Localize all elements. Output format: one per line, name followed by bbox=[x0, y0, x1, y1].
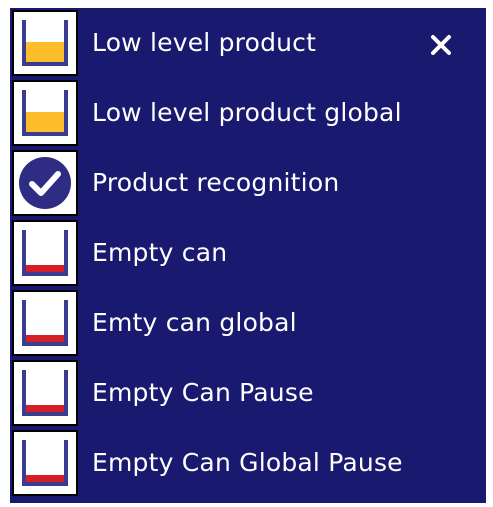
low-level-icon bbox=[12, 10, 78, 76]
menu-item-label: Empty Can Global Pause bbox=[92, 448, 403, 477]
menu-item-label: Emty can global bbox=[92, 308, 297, 337]
menu-item-label: Empty Can Pause bbox=[92, 378, 314, 407]
alarm-type-menu: Low level product Low level product glob… bbox=[10, 8, 486, 503]
menu-item-empty-can-global-pause[interactable]: Empty Can Global Pause bbox=[10, 428, 486, 498]
empty-can-icon bbox=[12, 430, 78, 496]
menu-item-empty-can-pause[interactable]: Empty Can Pause bbox=[10, 358, 486, 428]
menu-item-label: Low level product bbox=[92, 28, 317, 57]
empty-can-icon bbox=[12, 290, 78, 356]
menu-item-empty-can-global[interactable]: Emty can global bbox=[10, 288, 486, 358]
menu-item-product-recognition[interactable]: Product recognition bbox=[10, 148, 486, 218]
menu-item-label: Product recognition bbox=[92, 168, 340, 197]
empty-can-icon bbox=[12, 360, 78, 426]
menu-item-label: Low level product global bbox=[92, 98, 402, 127]
checkmark-circle-icon bbox=[12, 150, 78, 216]
menu-item-low-level-product[interactable]: Low level product bbox=[10, 8, 486, 78]
low-level-icon bbox=[12, 80, 78, 146]
menu-item-label: Empty can bbox=[92, 238, 228, 267]
menu-item-empty-can[interactable]: Empty can bbox=[10, 218, 486, 288]
close-icon[interactable] bbox=[430, 34, 452, 56]
menu-item-low-level-product-global[interactable]: Low level product global bbox=[10, 78, 486, 148]
empty-can-icon bbox=[12, 220, 78, 286]
